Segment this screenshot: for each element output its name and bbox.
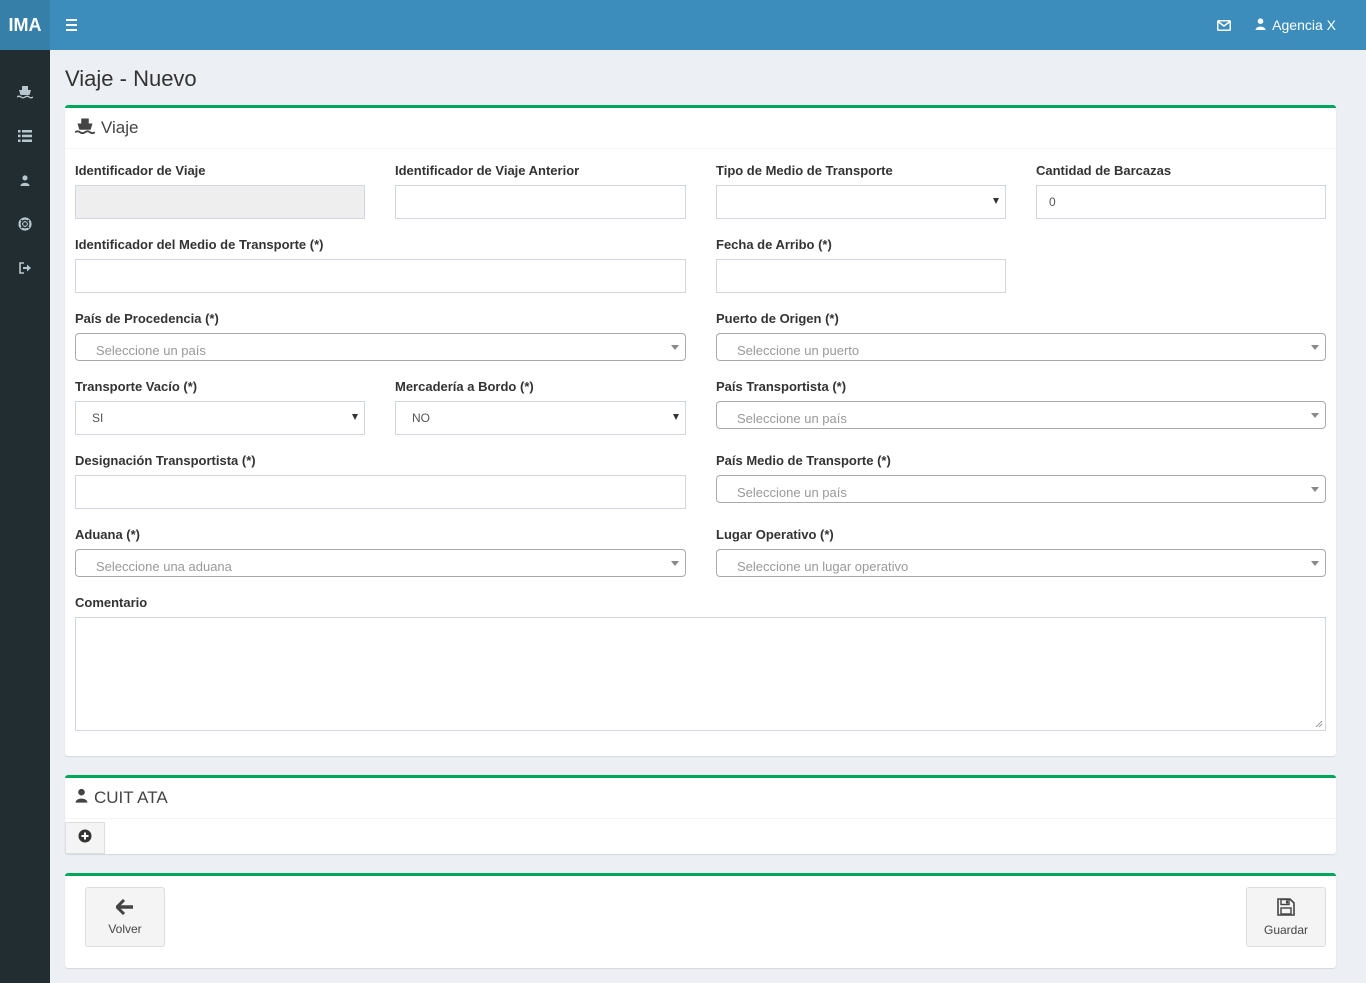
mercaderia-bordo-value: NO	[412, 411, 430, 425]
sidebar	[0, 50, 50, 983]
caret-down-icon	[1311, 413, 1319, 418]
id-viaje-input	[75, 185, 365, 219]
aduana-label: Aduana (*)	[75, 527, 140, 542]
sidebar-item-list[interactable]	[0, 114, 50, 158]
puerto-origen-select[interactable]: Seleccione un puerto	[716, 333, 1326, 361]
puerto-origen-label: Puerto de Origen (*)	[716, 311, 839, 326]
sign-out-icon	[18, 262, 32, 274]
caret-down-icon	[352, 414, 358, 420]
page-title: Viaje - Nuevo	[65, 66, 197, 91]
caret-down-icon	[1311, 487, 1319, 492]
add-cuit-button[interactable]	[65, 822, 105, 854]
mercaderia-bordo-label: Mercadería a Bordo (*)	[395, 379, 534, 394]
caret-down-icon	[671, 345, 679, 350]
tipo-medio-label: Tipo de Medio de Transporte	[716, 163, 893, 178]
pais-medio-select[interactable]: Seleccione un país	[716, 475, 1326, 503]
lugar-operativo-label: Lugar Operativo (*)	[716, 527, 834, 542]
pais-transportista-select[interactable]: Seleccione un país	[716, 401, 1326, 429]
ship-icon	[17, 85, 33, 99]
transporte-vacio-value: SI	[92, 411, 104, 425]
cant-barcazas-input[interactable]: 0	[1036, 185, 1326, 219]
sidebar-item-user[interactable]	[0, 158, 50, 202]
caret-down-icon	[993, 198, 999, 204]
guardar-button[interactable]: Guardar	[1246, 887, 1326, 947]
brand-logo[interactable]: IMA	[0, 0, 50, 50]
viaje-box-title: Viaje	[101, 118, 139, 137]
viaje-box: Viaje Identificador de Viaje Identificad…	[65, 105, 1336, 756]
transporte-vacio-label: Transporte Vacío (*)	[75, 379, 198, 394]
caret-down-icon	[673, 414, 679, 420]
pais-procedencia-label: País de Procedencia (*)	[75, 311, 219, 326]
comentario-label: Comentario	[75, 595, 148, 610]
arrow-left-icon	[114, 898, 134, 918]
sidebar-item-logout[interactable]	[0, 246, 50, 290]
floppy-disk-icon	[1277, 897, 1295, 919]
fecha-arribo-label: Fecha de Arribo (*)	[716, 237, 832, 252]
id-medio-input[interactable]	[75, 259, 686, 293]
lifebuoy-icon	[18, 217, 32, 231]
resize-handle-icon[interactable]	[1315, 720, 1323, 728]
cuit-ata-title: CUIT ATA	[94, 788, 168, 807]
plus-circle-icon	[78, 829, 92, 848]
caret-down-icon	[1311, 345, 1319, 350]
envelope-icon[interactable]	[1217, 19, 1232, 31]
top-navbar: IMA Agencia X	[0, 0, 1366, 50]
puerto-origen-placeholder: Seleccione un puerto	[737, 343, 860, 358]
cuit-ata-box-header: CUIT ATA	[65, 778, 1336, 819]
aduana-placeholder: Seleccione una aduana	[96, 559, 232, 574]
fecha-arribo-input[interactable]	[716, 259, 1006, 293]
tipo-medio-select[interactable]	[716, 185, 1006, 219]
designacion-transportista-input[interactable]	[75, 475, 686, 509]
main-content: Viaje - Nuevo Viaje Identificador de Via…	[50, 50, 1366, 983]
pais-procedencia-select[interactable]: Seleccione un país	[75, 333, 686, 361]
pais-medio-placeholder: Seleccione un país	[737, 485, 847, 500]
user-icon	[20, 174, 30, 186]
id-medio-label: Identificador del Medio de Transporte (*…	[75, 237, 324, 252]
user-menu[interactable]: Agencia X	[1255, 17, 1336, 33]
user-name: Agencia X	[1272, 17, 1336, 33]
actions-box: Volver Guardar	[65, 873, 1336, 968]
caret-down-icon	[671, 561, 679, 566]
lugar-operativo-placeholder: Seleccione un lugar operativo	[737, 559, 909, 574]
list-icon	[18, 130, 32, 142]
lugar-operativo-select[interactable]: Seleccione un lugar operativo	[716, 549, 1326, 577]
cuit-ata-box: CUIT ATA	[65, 775, 1336, 854]
pais-procedencia-placeholder: Seleccione un país	[96, 343, 206, 358]
sidebar-item-help[interactable]	[0, 202, 50, 246]
id-viaje-label: Identificador de Viaje	[75, 163, 206, 178]
id-viaje-anterior-label: Identificador de Viaje Anterior	[395, 163, 580, 178]
aduana-select[interactable]: Seleccione una aduana	[75, 549, 686, 577]
pais-transportista-label: País Transportista (*)	[716, 379, 847, 394]
sidebar-item-viajes[interactable]	[0, 70, 50, 114]
caret-down-icon	[1311, 561, 1319, 566]
volver-button[interactable]: Volver	[85, 887, 165, 947]
transporte-vacio-select[interactable]: SI	[75, 401, 365, 435]
cant-barcazas-label: Cantidad de Barcazas	[1036, 163, 1172, 178]
user-icon	[1255, 17, 1266, 33]
volver-label: Volver	[108, 921, 142, 936]
id-viaje-anterior-input[interactable]	[395, 185, 686, 219]
pais-medio-label: País Medio de Transporte (*)	[716, 453, 891, 468]
guardar-label: Guardar	[1263, 922, 1309, 937]
mercaderia-bordo-select[interactable]: NO	[395, 401, 686, 435]
viaje-box-header: Viaje	[65, 108, 1336, 149]
ship-icon	[74, 117, 96, 140]
designacion-transportista-label: Designación Transportista (*)	[75, 453, 256, 468]
user-icon	[75, 788, 88, 808]
pais-transportista-placeholder: Seleccione un país	[737, 411, 847, 426]
comentario-textarea[interactable]	[75, 617, 1326, 731]
sidebar-toggle-button[interactable]	[60, 15, 82, 35]
